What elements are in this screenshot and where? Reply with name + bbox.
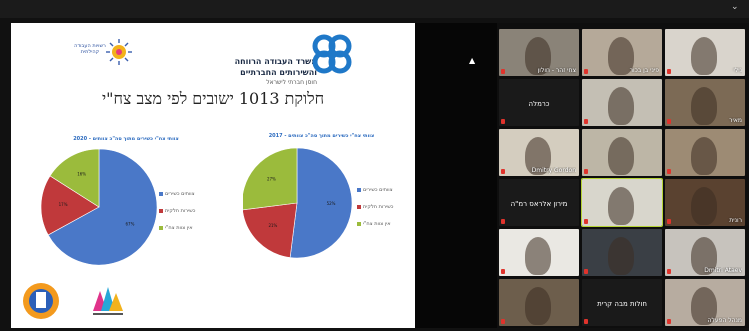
- legend-item: אין צוות צח"י: [159, 225, 209, 231]
- participant-tile[interactable]: מנהל הפעלה: [665, 279, 745, 326]
- pie-data-label: 21%: [268, 223, 277, 228]
- participant-tile[interactable]: Dmitri Ataev: [665, 229, 745, 276]
- muted-mic-icon: [501, 119, 505, 124]
- muted-mic-icon: [501, 169, 505, 174]
- muted-mic-icon: [501, 269, 505, 274]
- participant-tile[interactable]: [581, 178, 663, 227]
- participant-video-silhouette: [525, 287, 551, 325]
- participant-video-silhouette: [608, 87, 634, 125]
- participant-tile[interactable]: חולות מבה קרית: [582, 279, 662, 326]
- muted-mic-icon: [667, 269, 671, 274]
- participant-tile[interactable]: [499, 279, 579, 326]
- pie-slice: [243, 202, 298, 258]
- participant-name: Dmitri Ataev: [704, 267, 742, 274]
- pie-slice: [289, 147, 353, 259]
- participant-tile[interactable]: נילי: [665, 29, 745, 76]
- participant-name: נילי: [733, 67, 743, 74]
- participant-tile[interactable]: צחי זהר - חולון: [499, 29, 579, 76]
- org-name-line2: והשירותים החברתיים: [240, 68, 317, 77]
- chart-2020-legend: צוותים כשירים כשירות חלקית אין צוות צח"י: [159, 191, 209, 242]
- partner-logo: רשויות העבודה קהילתית: [73, 37, 133, 71]
- participant-tile[interactable]: מאיר: [665, 79, 745, 126]
- participant-name-center: כרמלה: [528, 100, 550, 109]
- participant-name: Dmitry Gordon: [531, 167, 576, 174]
- screen-share-margin: [415, 23, 497, 328]
- chart-2017-legend: צוותים כשירים כשירות חלקית אין צוות צח"י: [357, 187, 407, 238]
- participant-tile[interactable]: [665, 129, 745, 176]
- participant-name-center: מירון אלראס רמ"ה: [510, 200, 568, 209]
- participant-name: צחי זהר - חולון: [537, 67, 576, 74]
- participant-tile[interactable]: כרמלה: [499, 79, 579, 126]
- muted-mic-icon: [584, 269, 588, 274]
- muted-mic-icon: [584, 119, 588, 124]
- participant-name: פיני בן בכור: [629, 67, 659, 74]
- pie-data-label: 16%: [77, 171, 86, 176]
- participant-video-silhouette: [608, 187, 634, 225]
- participant-name: מאיר: [729, 117, 742, 124]
- org-name-line1: משרד העבודה הרווחה: [234, 57, 317, 66]
- legend-item: צוותים כשירים: [357, 187, 407, 193]
- participant-tile[interactable]: [582, 79, 662, 126]
- legend-item: כשירות חלקית: [357, 204, 407, 210]
- pie-data-label: 52%: [327, 201, 336, 206]
- legend-item: אין צוות צח"י: [357, 221, 407, 227]
- shared-slide: רשויות העבודה קהילתית משרד העבודה הרווחה…: [11, 23, 415, 328]
- community-logo-icon: [93, 287, 123, 315]
- muted-mic-icon: [584, 319, 588, 324]
- participant-name-center: חולות מבה קרית: [597, 300, 647, 309]
- emergency-logo-icon: [23, 283, 59, 319]
- participant-tile[interactable]: [582, 129, 662, 176]
- pie-data-label: 17%: [59, 202, 68, 207]
- muted-mic-icon: [667, 169, 671, 174]
- chevron-down-icon[interactable]: ⌄: [731, 3, 741, 12]
- participant-gallery: צחי זהר - חולון פיני בן בכור נילי כרמלה מאיר…: [497, 23, 749, 328]
- mouse-cursor-icon: ▲: [469, 56, 476, 65]
- participant-video-silhouette: [608, 237, 634, 275]
- legend-item: צוותים כשירים: [159, 191, 209, 197]
- legend-item: כשירות חלקית: [159, 208, 209, 214]
- pie-data-label: 27%: [267, 176, 276, 181]
- muted-mic-icon: [667, 319, 671, 324]
- participant-video-silhouette: [691, 137, 717, 175]
- participant-video-silhouette: [608, 137, 634, 175]
- participant-tile[interactable]: מירון אלראס רמ"ה: [499, 179, 579, 226]
- muted-mic-icon: [584, 219, 588, 224]
- pie-data-label: 67%: [126, 221, 135, 226]
- muted-mic-icon: [501, 219, 505, 224]
- org-name-line3: חוסן חברתי לישראל: [266, 79, 317, 86]
- pie-chart-2017: 52% 21% 27%: [243, 147, 353, 259]
- participant-tile[interactable]: רונית: [665, 179, 745, 226]
- slide-title: חלוקת 1013 ישובים לפי מצב צח"י: [101, 89, 325, 108]
- participant-tile[interactable]: Dmitry Gordon: [499, 129, 579, 176]
- chart-2017-title: צוותי צח"י כשירים מתוך סה"כ צוותים - 201…: [268, 133, 375, 139]
- participant-tile[interactable]: [499, 229, 579, 276]
- participant-video-silhouette: [525, 237, 551, 275]
- participant-tile[interactable]: [582, 229, 662, 276]
- pie-chart-2020: 67% 17% 16%: [40, 149, 158, 266]
- muted-mic-icon: [667, 119, 671, 124]
- muted-mic-icon: [584, 169, 588, 174]
- partner-logo-text: רשויות העבודה קהילתית: [74, 43, 106, 55]
- participant-name: מנהל הפעלה: [707, 317, 742, 324]
- chart-2020-title: צוותי צח"י כשירים מתוך סה"כ צוותים - 202…: [73, 136, 179, 142]
- muted-mic-icon: [584, 69, 588, 74]
- muted-mic-icon: [667, 219, 671, 224]
- window-topbar: ⌄: [0, 0, 749, 18]
- participant-name: רונית: [729, 217, 742, 224]
- participant-tile[interactable]: פיני בן בכור: [582, 29, 662, 76]
- muted-mic-icon: [667, 69, 671, 74]
- ministry-logo-icon: [312, 34, 352, 74]
- muted-mic-icon: [501, 319, 505, 324]
- muted-mic-icon: [501, 69, 505, 74]
